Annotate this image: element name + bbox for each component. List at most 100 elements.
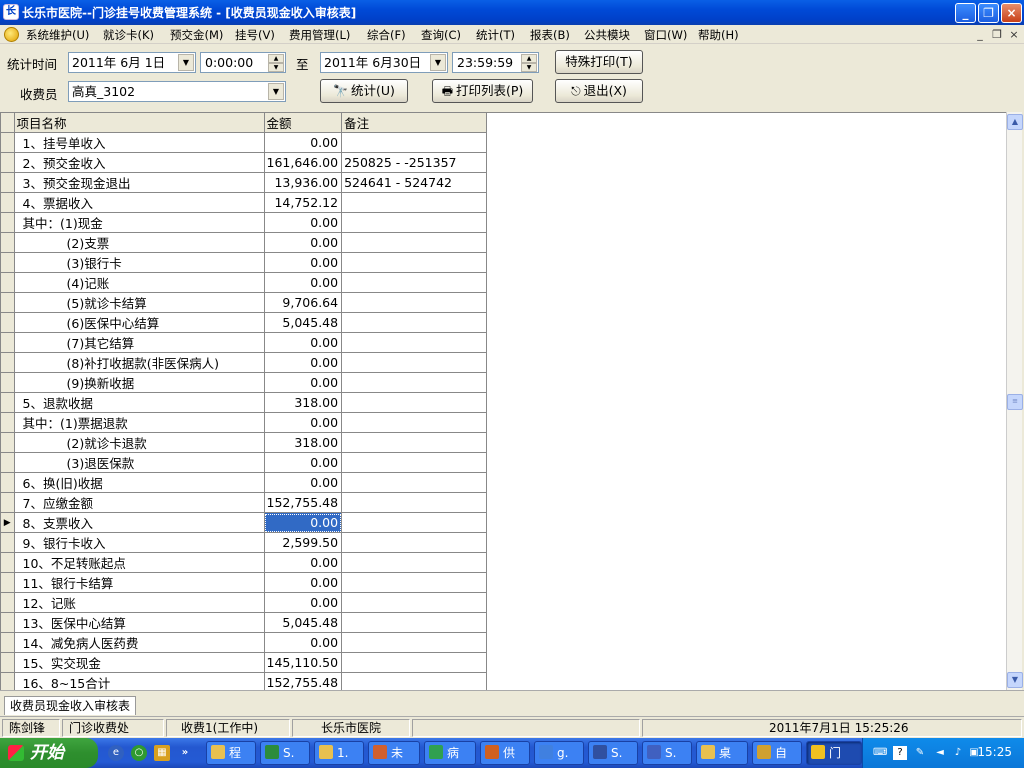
- table-row[interactable]: (2)支票 0.00: [1, 232, 488, 253]
- menu-card[interactable]: 就诊卡(K): [103, 27, 154, 44]
- row-indicator[interactable]: [1, 232, 15, 253]
- table-row[interactable]: ▶ 8、支票收入 0.00: [1, 512, 488, 533]
- cell-amount[interactable]: 0.00: [264, 412, 343, 433]
- cell-note[interactable]: [341, 572, 488, 593]
- cell-item-name[interactable]: (6)医保中心结算: [14, 312, 265, 333]
- row-indicator[interactable]: [1, 492, 15, 513]
- cell-note[interactable]: [341, 512, 488, 533]
- cell-amount[interactable]: 0.00: [264, 592, 343, 613]
- quick-launch-ie-icon[interactable]: e: [108, 745, 124, 761]
- keyboard-tray-icon[interactable]: ⌨: [873, 746, 887, 760]
- cell-note[interactable]: [341, 412, 488, 433]
- table-row[interactable]: 11、银行卡结算 0.00: [1, 572, 488, 593]
- cell-note[interactable]: [341, 212, 488, 233]
- row-indicator[interactable]: [1, 592, 15, 613]
- cell-item-name[interactable]: 1、挂号单收入: [14, 132, 265, 153]
- cell-amount[interactable]: 14,752.12: [264, 192, 343, 213]
- cell-amount[interactable]: 318.00: [264, 432, 343, 453]
- end-time-field[interactable]: 23:59:59 ▲ ▼: [452, 52, 539, 73]
- cell-amount[interactable]: 0.00: [264, 132, 343, 153]
- menu-help[interactable]: 帮助(H): [698, 27, 739, 44]
- cell-item-name[interactable]: 4、票据收入: [14, 192, 265, 213]
- close-button[interactable]: ×: [1001, 3, 1022, 23]
- cell-amount[interactable]: 161,646.00: [264, 152, 343, 173]
- column-header-amount[interactable]: 金额: [264, 113, 343, 133]
- taskbar-item[interactable]: 门: [806, 741, 862, 765]
- cell-note[interactable]: [341, 192, 488, 213]
- mdi-close-icon[interactable]: ×: [1006, 27, 1022, 42]
- spin-up-icon[interactable]: ▲: [521, 54, 537, 63]
- tab-cashier-audit[interactable]: 收费员现金收入审核表: [4, 696, 137, 715]
- start-date-picker[interactable]: 2011年 6月 1日 ▼: [68, 52, 196, 73]
- cell-amount[interactable]: 0.00: [264, 232, 343, 253]
- pen-tray-icon[interactable]: ✎: [913, 746, 927, 760]
- row-indicator[interactable]: [1, 612, 15, 633]
- help-tray-icon[interactable]: ?: [893, 746, 907, 760]
- cell-item-name[interactable]: 6、换(旧)收据: [14, 472, 265, 493]
- spin-down-icon[interactable]: ▼: [268, 63, 284, 72]
- taskbar-item[interactable]: 1.: [314, 741, 364, 765]
- row-indicator[interactable]: [1, 192, 15, 213]
- cell-note[interactable]: [341, 272, 488, 293]
- cell-amount[interactable]: 13,936.00: [264, 172, 343, 193]
- cell-item-name[interactable]: (8)补打收据款(非医保病人): [14, 352, 265, 373]
- cell-item-name[interactable]: (5)就诊卡结算: [14, 292, 265, 313]
- row-indicator[interactable]: [1, 472, 15, 493]
- scroll-down-icon[interactable]: ▼: [1007, 672, 1023, 688]
- chevron-down-icon[interactable]: ▼: [178, 54, 194, 71]
- cell-item-name[interactable]: 10、不足转账起点: [14, 552, 265, 573]
- cell-amount[interactable]: 0.00: [264, 272, 343, 293]
- chevron-down-icon[interactable]: ▼: [268, 83, 284, 100]
- cell-note[interactable]: [341, 472, 488, 493]
- cashier-select[interactable]: 高真_3102 ▼: [68, 81, 286, 102]
- row-indicator[interactable]: [1, 272, 15, 293]
- table-row[interactable]: (2)就诊卡退款 318.00: [1, 432, 488, 453]
- cell-item-name[interactable]: (2)支票: [14, 232, 265, 253]
- table-row[interactable]: 7、应缴金额 152,755.48: [1, 492, 488, 513]
- cell-note[interactable]: [341, 232, 488, 253]
- table-row[interactable]: 5、退款收据 318.00: [1, 392, 488, 413]
- row-indicator[interactable]: [1, 292, 15, 313]
- taskbar-item[interactable]: 桌: [696, 741, 748, 765]
- quick-launch-browser-icon[interactable]: ○: [131, 745, 147, 761]
- table-row[interactable]: (3)银行卡 0.00: [1, 252, 488, 273]
- volume-tray-icon[interactable]: ♪: [951, 746, 965, 760]
- cell-amount[interactable]: 9,706.64: [264, 292, 343, 313]
- cell-item-name[interactable]: (3)退医保款: [14, 452, 265, 473]
- cell-item-name[interactable]: 2、预交金收入: [14, 152, 265, 173]
- cell-amount[interactable]: 2,599.50: [264, 532, 343, 553]
- taskbar-item[interactable]: 未: [368, 741, 420, 765]
- cell-item-name[interactable]: 8、支票收入: [14, 512, 265, 533]
- row-indicator[interactable]: [1, 392, 15, 413]
- cell-note[interactable]: [341, 332, 488, 353]
- taskbar-item[interactable]: 自: [752, 741, 802, 765]
- table-row[interactable]: (6)医保中心结算 5,045.48: [1, 312, 488, 333]
- taskbar-item[interactable]: S.: [260, 741, 310, 765]
- table-row[interactable]: 其中：(1)现金 0.00: [1, 212, 488, 233]
- cell-amount[interactable]: 0.00: [264, 452, 343, 473]
- cell-amount[interactable]: 0.00: [264, 512, 343, 533]
- cell-item-name[interactable]: 9、银行卡收入: [14, 532, 265, 553]
- column-header-name[interactable]: 项目名称: [14, 113, 265, 133]
- cell-note[interactable]: [341, 292, 488, 313]
- table-row[interactable]: (4)记账 0.00: [1, 272, 488, 293]
- row-indicator[interactable]: [1, 452, 15, 473]
- spin-down-icon[interactable]: ▼: [521, 63, 537, 72]
- cell-item-name[interactable]: (9)换新收据: [14, 372, 265, 393]
- cell-note[interactable]: [341, 352, 488, 373]
- row-indicator[interactable]: [1, 532, 15, 553]
- mdi-minimize-icon[interactable]: _: [972, 27, 988, 42]
- table-row[interactable]: 14、减免病人医药费 0.00: [1, 632, 488, 653]
- end-date-picker[interactable]: 2011年 6月30日 ▼: [320, 52, 448, 73]
- cell-note[interactable]: [341, 432, 488, 453]
- exit-button[interactable]: ⎋ 退出(X): [555, 79, 643, 103]
- taskbar-item[interactable]: g.: [534, 741, 584, 765]
- row-indicator[interactable]: ▶: [1, 512, 15, 533]
- cell-amount[interactable]: 0.00: [264, 372, 343, 393]
- cell-amount[interactable]: 0.00: [264, 552, 343, 573]
- scroll-up-icon[interactable]: ▲: [1007, 114, 1023, 130]
- cell-note[interactable]: [341, 612, 488, 633]
- print-list-button[interactable]: 🖶 打印列表(P): [432, 79, 533, 103]
- taskbar-item[interactable]: 病: [424, 741, 476, 765]
- row-indicator[interactable]: [1, 312, 15, 333]
